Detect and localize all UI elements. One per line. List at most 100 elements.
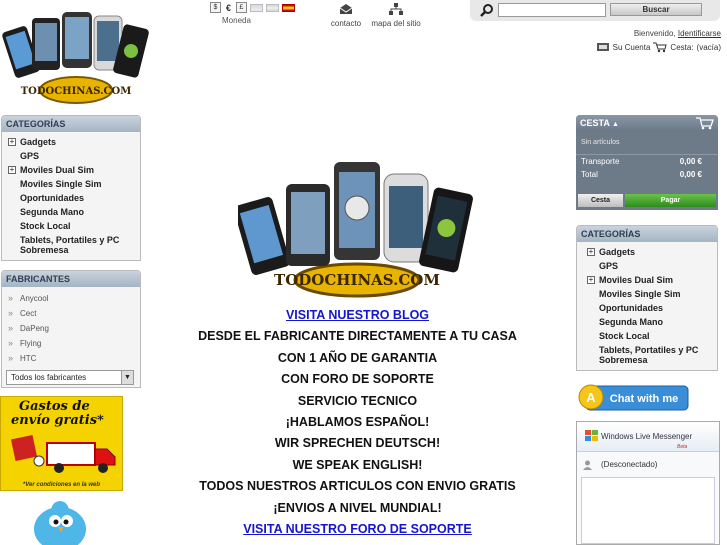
hero-banner: TODOCHINAS.COM [238, 162, 473, 298]
category-item-gps[interactable]: GPS [587, 259, 717, 273]
expand-icon[interactable]: + [8, 166, 16, 174]
left-categories-panel: CATEGORÍAS + Gadgets GPS + Moviles Dual Si… [1, 115, 141, 261]
cart-status: (vacía) [696, 43, 721, 52]
manufacturer-list: Anycool Cect DaPeng Flying HTC [2, 287, 140, 368]
category-item-oportunidades[interactable]: Oportunidades [587, 301, 717, 315]
category-item-gadgets[interactable]: + Gadgets [587, 245, 717, 259]
cart-actions: Cesta Pagar [578, 194, 716, 207]
category-item-tablets[interactable]: Tablets, Portatiles y PC Sobremesa [8, 233, 140, 255]
envelope-icon [339, 4, 353, 14]
currency-pound[interactable]: £ [236, 2, 247, 13]
promo-line: TODOS NUESTROS ARTICULOS CON ENVIO GRATI… [199, 479, 516, 494]
manufacturer-item[interactable]: Anycool [8, 291, 140, 306]
sitemap-icon [389, 3, 403, 15]
promo-line: DESDE EL FABRICANTE DIRECTAMENTE A TU CA… [198, 329, 517, 344]
currency-selector: $ € £ Moneda [210, 2, 300, 25]
blog-link-line: VISITA NUESTRO BLOG [150, 305, 565, 326]
site-logo[interactable]: TODOCHINAS.COM [2, 6, 150, 106]
manufacturer-item[interactable]: DaPeng [8, 321, 140, 336]
contact-label: contacto [330, 19, 362, 28]
account-row: Su Cuenta Cesta: (vacía) [596, 42, 721, 53]
currency-dollar[interactable]: $ [210, 2, 221, 13]
sitemap-label: mapa del sitio [371, 19, 421, 28]
flag-english-icon[interactable] [250, 3, 263, 12]
manufacturer-select[interactable]: Todos los fabricantes ▼ [6, 370, 134, 385]
flag-spanish-icon[interactable] [282, 3, 295, 12]
user-icon [583, 460, 592, 470]
search-bar: Buscar [470, 0, 720, 21]
messenger-chat-area[interactable] [581, 477, 715, 544]
cart-link[interactable]: Cesta: [670, 43, 693, 52]
free-shipping-banner[interactable]: Gastos de envío gratis* *Ver condiciones… [0, 396, 123, 491]
manufacturers-title: FABRICANTES [2, 271, 140, 287]
forum-link-line: VISITA NUESTRO FORO DE SOPORTE [150, 519, 565, 540]
manufacturers-panel: FABRICANTES Anycool Cect DaPeng Flying H… [1, 270, 141, 388]
forum-link[interactable]: VISITA NUESTRO FORO DE SOPORTE [243, 522, 472, 536]
promo-line: ¡ENVIOS A NIVEL MUNDIAL! [273, 500, 442, 515]
category-item-stock-local[interactable]: Stock Local [8, 219, 140, 233]
search-icon [480, 4, 493, 17]
category-item-segunda-mano[interactable]: Segunda Mano [8, 205, 140, 219]
account-link[interactable]: Su Cuenta [613, 43, 651, 52]
promo-line: WE SPEAK ENGLISH! [292, 457, 423, 472]
svg-text:TODOCHINAS.COM: TODOCHINAS.COM [274, 271, 440, 289]
arrow-up-icon[interactable]: ▲ [612, 121, 619, 128]
category-item-tablets[interactable]: Tablets, Portatiles y PC Sobremesa [587, 343, 717, 365]
messenger-widget: Windows Live Messenger Beta (Desconectad… [576, 421, 720, 545]
promo-line: CON FORO DE SOPORTE [281, 372, 434, 387]
login-link[interactable]: Identificarse [678, 29, 721, 38]
manufacturer-item[interactable]: Cect [8, 306, 140, 321]
twitter-bird-icon[interactable] [20, 497, 100, 545]
category-item-gps[interactable]: GPS [8, 149, 140, 163]
promo-line: SERVICIO TECNICO [297, 393, 418, 408]
left-category-list: + Gadgets GPS + Moviles Dual Sim Moviles S… [2, 132, 140, 259]
contact-link[interactable]: contacto [328, 3, 364, 28]
svg-text:A: A [586, 390, 596, 405]
promo-line: CON 1 AÑO DE GARANTIA [277, 350, 438, 365]
banner-line2: envío gratis* [11, 413, 104, 428]
currency-euro[interactable]: € [224, 3, 233, 13]
cart-shipping-row: Transporte 0,00 € [576, 155, 718, 168]
cart-row-label: Total [581, 170, 598, 179]
messenger-beta: Beta [677, 444, 688, 450]
right-categories-title: CATEGORÍAS [577, 226, 717, 242]
category-item-moviles-single-sim[interactable]: Moviles Single Sim [587, 287, 717, 301]
expand-icon[interactable]: + [587, 276, 595, 284]
welcome-text: Bienvenido, [633, 29, 676, 38]
pay-button[interactable]: Pagar [625, 194, 716, 207]
currency-label: Moneda [222, 16, 251, 25]
flag-german-icon[interactable] [266, 3, 279, 12]
cart-total-row: Total 0,00 € [576, 168, 718, 181]
category-item-moviles-single-sim[interactable]: Moviles Single Sim [8, 177, 140, 191]
left-categories-title: CATEGORÍAS [2, 116, 140, 132]
cart-row-value: 0,00 € [679, 157, 702, 166]
manufacturer-select-value: Todos los fabricantes [11, 373, 87, 382]
category-item-oportunidades[interactable]: Oportunidades [8, 191, 140, 205]
delivery-truck-icon [10, 434, 116, 473]
search-input[interactable] [498, 3, 606, 17]
search-button[interactable]: Buscar [610, 3, 702, 16]
promo-line: ¡HABLAMOS ESPAÑOL! [285, 414, 430, 429]
category-item-gadgets[interactable]: + Gadgets [8, 135, 140, 149]
expand-icon[interactable]: + [587, 248, 595, 256]
cart-title: CESTA [580, 118, 610, 128]
main-content: VISITA NUESTRO BLOG DESDE EL FABRICANTE … [150, 305, 565, 540]
category-item-segunda-mano[interactable]: Segunda Mano [587, 315, 717, 329]
category-item-stock-local[interactable]: Stock Local [587, 329, 717, 343]
right-categories-panel: CATEGORÍAS + Gadgets GPS + Moviles Dual Si… [576, 225, 718, 371]
chat-button[interactable]: A Chat with me [578, 383, 690, 413]
category-item-moviles-dual-sim[interactable]: + Moviles Dual Sim [587, 273, 717, 287]
cart-icon [653, 42, 668, 53]
cart-panel: CESTA ▲ Sin artículos Transporte 0,00 € … [576, 115, 718, 210]
category-item-moviles-dual-sim[interactable]: + Moviles Dual Sim [8, 163, 140, 177]
manufacturer-item[interactable]: Flying [8, 336, 140, 351]
manufacturer-item[interactable]: HTC [8, 351, 140, 366]
view-cart-button[interactable]: Cesta [578, 194, 623, 207]
blog-link[interactable]: VISITA NUESTRO BLOG [286, 308, 429, 322]
welcome-message: Bienvenido, Identificarse [634, 29, 721, 38]
cart-icon [696, 117, 714, 130]
banner-line1: Gastos de [19, 399, 90, 414]
windows-logo-icon [585, 430, 598, 441]
expand-icon[interactable]: + [8, 138, 16, 146]
sitemap-link[interactable]: mapa del sitio [368, 3, 424, 28]
